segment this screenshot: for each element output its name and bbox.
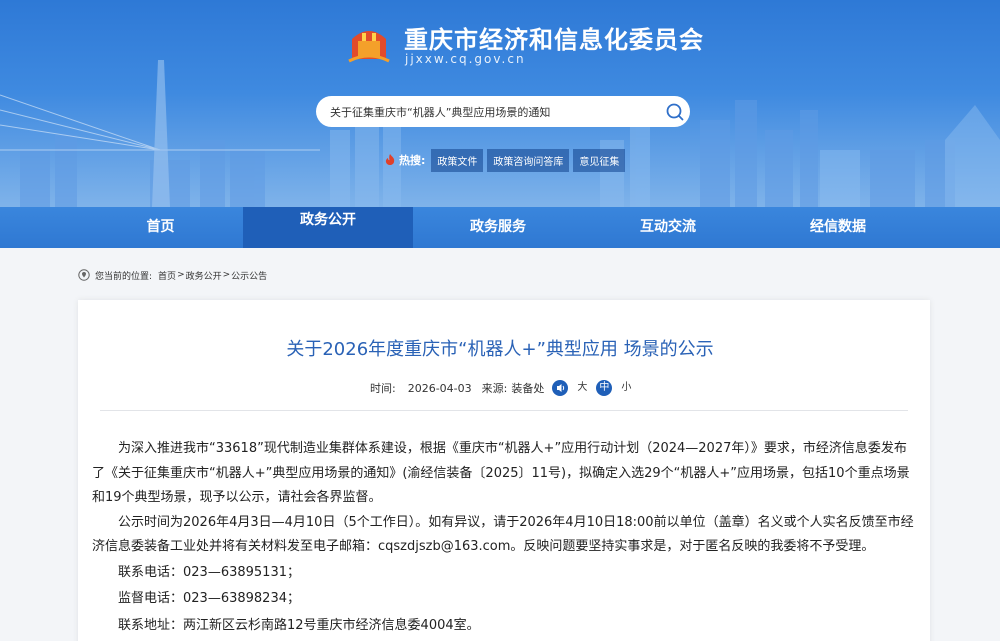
- search-icon[interactable]: [665, 102, 685, 122]
- article-meta: 时间: 2026-04-03 来源: 装备处 大 中 小: [370, 378, 634, 398]
- contact-phone: 联系电话：023—63895131；: [118, 564, 300, 580]
- nav-label: 经信数据: [810, 219, 866, 235]
- header-banner: 重庆市经济和信息化委员会 jjxxw.cq.gov.cn 热搜: 政策文件 政策…: [0, 0, 1000, 207]
- hot-tag-opinion-collection[interactable]: 意见征集: [573, 148, 626, 172]
- breadcrumb-link-home[interactable]: 首页: [158, 269, 176, 282]
- breadcrumb-separator: >: [222, 270, 231, 280]
- breadcrumb-prefix: 您当前的位置:: [95, 271, 153, 282]
- article-body: 为深入推进我市“33618”现代制造业集群体系建设，根据《重庆市“机器人+”应用…: [92, 437, 916, 639]
- nav-item-gov-affairs-open[interactable]: 政务公开: [243, 207, 413, 248]
- read-aloud-icon[interactable]: [552, 380, 569, 396]
- contact-address: 联系地址：两江新区云杉南路12号重庆市经济信息委4004室。: [118, 617, 480, 633]
- source-value: 装备处: [511, 382, 545, 395]
- font-size-large-button[interactable]: 大: [574, 380, 590, 396]
- article-divider: [100, 410, 908, 411]
- nav-item-home[interactable]: 首页: [78, 207, 243, 248]
- breadcrumb: 您当前的位置: 首页 > 政务公开 > 公示公告: [78, 267, 267, 283]
- nav-item-interaction[interactable]: 互动交流: [583, 207, 753, 248]
- hot-search-bar: 热搜: 政策文件 政策咨询问答库 意见征集: [383, 148, 629, 172]
- publish-date: 2026-04-03: [407, 381, 472, 395]
- article-paragraph: 公示时间为2026年4月3日—4月10日（5个工作日）。如有异议，请于2026年…: [92, 514, 914, 555]
- committee-emblem-icon: [348, 31, 390, 63]
- font-size-medium-button[interactable]: 中: [596, 380, 613, 396]
- nav-label: 政务服务: [470, 219, 526, 235]
- nav-item-gov-services[interactable]: 政务服务: [413, 207, 583, 248]
- breadcrumb-link-gov-affairs-open[interactable]: 政务公开: [186, 269, 222, 282]
- font-size-small-button[interactable]: 小: [618, 380, 634, 396]
- hot-tag-policy-qa[interactable]: 政策咨询问答库: [487, 148, 570, 172]
- hot-tag-policy-docs[interactable]: 政策文件: [431, 148, 484, 172]
- time-label: 时间:: [370, 382, 396, 395]
- source-label: 来源:: [481, 382, 508, 395]
- nav-label: 首页: [146, 219, 175, 235]
- breadcrumb-link-announcements[interactable]: 公示公告: [231, 269, 267, 282]
- article-paragraph: 为深入推进我市“33618”现代制造业集群体系建设，根据《重庆市“机器人+”应用…: [92, 441, 910, 505]
- supervision-phone: 监督电话：023—63898234；: [118, 591, 300, 606]
- article-title: 关于2026年度重庆市“机器人+”典型应用 场景的公示: [286, 339, 714, 360]
- search-input[interactable]: [316, 96, 690, 127]
- site-title: 重庆市经济和信息化委员会: [404, 26, 704, 54]
- breadcrumb-separator: >: [177, 270, 185, 280]
- nav-label: 政务公开: [300, 212, 356, 228]
- main-nav: 首页 政务公开 政务服务 互动交流 经信数据: [0, 207, 1000, 248]
- site-url: jjxxw.cq.gov.cn: [405, 52, 526, 66]
- hot-search-label: 热搜:: [399, 154, 426, 167]
- nav-item-data[interactable]: 经信数据: [753, 207, 923, 248]
- nav-label: 互动交流: [640, 219, 696, 235]
- location-pin-icon: [78, 269, 90, 281]
- flame-icon: [385, 154, 395, 165]
